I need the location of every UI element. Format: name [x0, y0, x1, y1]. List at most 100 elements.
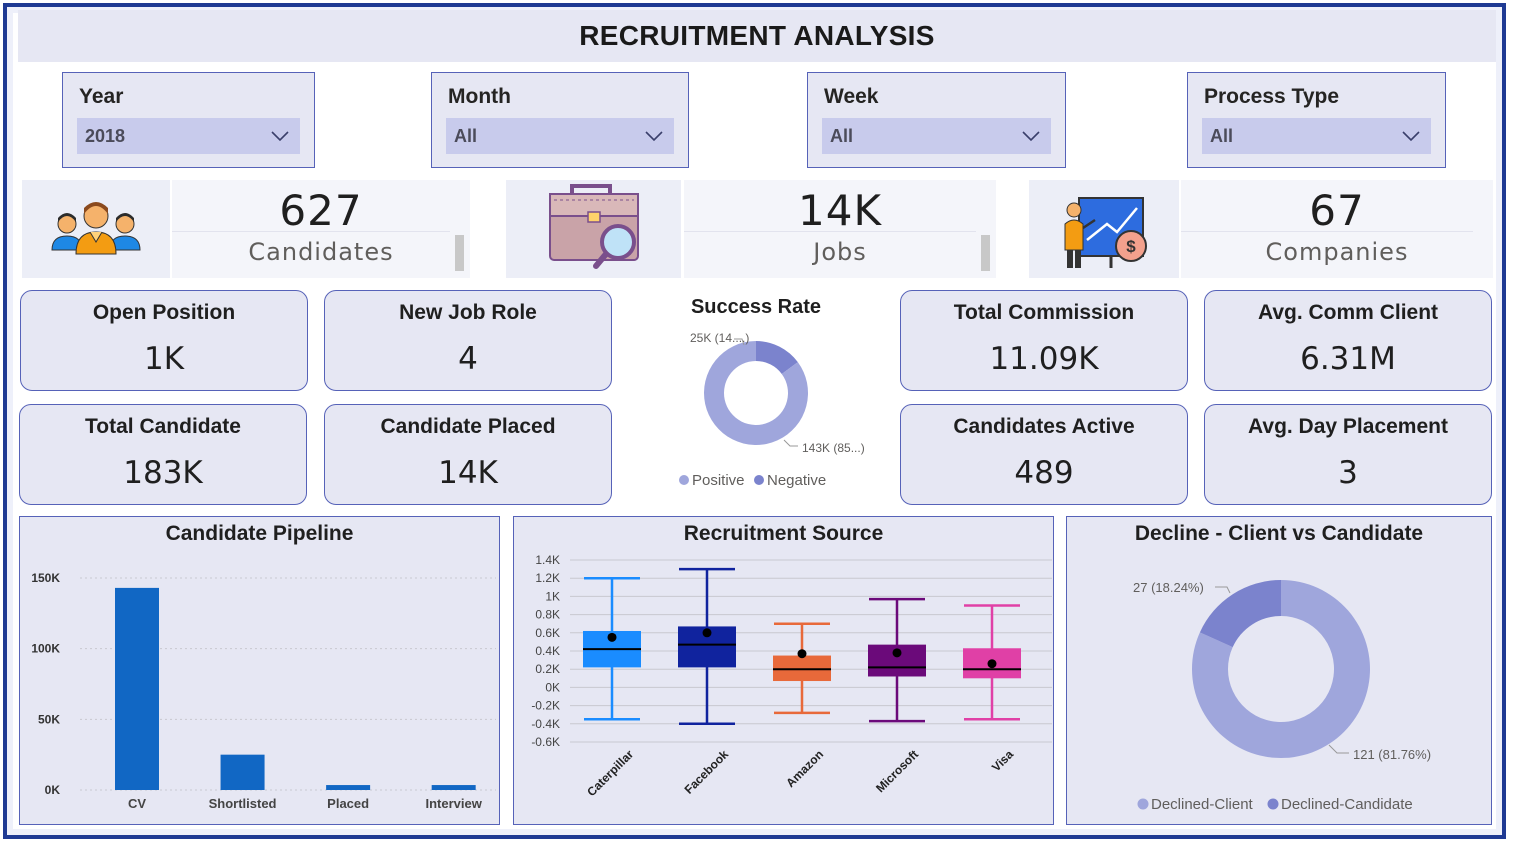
companies-icon-tile: $	[1029, 180, 1179, 278]
slicer-year-value: 2018	[85, 125, 126, 146]
briefcase-search-icon	[549, 184, 639, 269]
kpi-companies-value: 67	[1309, 186, 1365, 235]
card-value: 4	[458, 341, 478, 377]
card-open-position: Open Position 1K	[20, 290, 308, 391]
legend-label-negative: Negative	[767, 472, 826, 489]
mean-point	[702, 628, 712, 638]
legend-marker-declined-candidate	[1267, 798, 1279, 810]
card-title: New Job Role	[399, 301, 537, 324]
kpi-divider	[684, 231, 976, 232]
x-tick-label: Amazon	[783, 747, 826, 790]
card-value: 183K	[123, 455, 203, 491]
card-candidates-active: Candidates Active 489	[900, 404, 1188, 505]
mean-point	[797, 649, 807, 659]
svg-text:$: $	[1126, 237, 1136, 256]
kpi-jobs: 14K Jobs	[684, 180, 996, 278]
chart-title: Success Rate	[691, 296, 821, 318]
card-value: 14K	[438, 455, 498, 491]
x-tick-label: Caterpillar	[584, 747, 636, 799]
legend-marker-positive	[679, 475, 689, 485]
legend-label-declined-candidate: Declined-Candidate	[1281, 796, 1413, 813]
card-avg-day-placement: Avg. Day Placement 3	[1204, 404, 1492, 505]
card-value: 11.09K	[989, 341, 1099, 377]
card-title: Avg. Comm Client	[1257, 301, 1439, 324]
x-tick-label: Placed	[327, 796, 369, 811]
kpi-companies: 67 Companies	[1181, 180, 1493, 278]
card-title: Candidates Active	[953, 415, 1135, 438]
scrollbar[interactable]	[455, 235, 464, 271]
card-value: 6.31M	[1300, 341, 1396, 377]
slicer-week: Week All	[807, 72, 1066, 168]
y-tick-label: 1.4K	[535, 553, 560, 567]
y-tick-label: 0.6K	[535, 626, 560, 640]
kpi-candidates: 627 Candidates	[172, 180, 470, 278]
legend-label-positive: Positive	[692, 472, 745, 489]
slicer-month-dropdown[interactable]: All	[446, 118, 674, 154]
y-tick-label: 0.4K	[535, 644, 560, 658]
presenter-dollar-icon: $	[1064, 197, 1147, 268]
kpi-divider	[1181, 231, 1473, 232]
card-title: Candidate Placed	[380, 415, 556, 438]
legend-label-declined-client: Declined-Client	[1151, 796, 1254, 813]
y-tick-label: -0.2K	[531, 699, 560, 713]
chevron-down-icon	[1402, 131, 1420, 142]
candidate-pipeline-svg: 0K 50K 100K 150K CV Shortlisted Placed Intervie…	[31, 571, 496, 811]
kpi-jobs-value: 14K	[798, 186, 882, 235]
bar-interview	[431, 785, 476, 790]
leader-line	[783, 439, 798, 447]
card-new-job-role: New Job Role 4	[324, 290, 612, 391]
card-candidate-placed: Candidate Placed 14K	[324, 404, 612, 505]
x-tick-label: CV	[128, 796, 146, 811]
card-value: 489	[1014, 455, 1074, 491]
slicer-process-type: Process Type All	[1187, 72, 1446, 168]
donut-slice-declined-candidate	[1199, 580, 1281, 648]
candidates-icon-tile	[22, 180, 170, 278]
bar-placed	[326, 785, 371, 790]
slicer-year-dropdown[interactable]: 2018	[77, 118, 300, 154]
card-title: Total Commission	[953, 301, 1135, 324]
slicer-process-type-label: Process Type	[1204, 85, 1340, 108]
kpi-candidates-label: Candidates	[248, 238, 394, 266]
bar-shortlisted	[220, 754, 265, 790]
slicer-month-value: All	[454, 125, 478, 146]
card-title: Avg. Day Placement	[1248, 415, 1448, 438]
data-label-declined-candidate: 27 (18.24%)	[1133, 580, 1204, 595]
card-value: 1K	[143, 341, 185, 377]
decline-panel: Decline - Client vs Candidate 27 (18.24%…	[1066, 516, 1492, 825]
slicer-month: Month All	[431, 72, 689, 168]
mean-point	[892, 648, 902, 658]
legend-marker-negative	[754, 475, 764, 485]
chevron-down-icon	[271, 131, 289, 142]
leader-line	[1215, 586, 1231, 594]
recruitment-source-svg: -0.6K -0.4K -0.2K 0K 0.2K 0.4K 0.6K 0.8K 1K 1.2K 1…	[531, 553, 1052, 799]
x-tick-label: Facebook	[682, 747, 732, 797]
kpi-candidates-value: 627	[279, 186, 363, 235]
slicer-week-value: All	[830, 125, 854, 146]
y-tick-label: -0.6K	[531, 735, 560, 749]
title-bar: RECRUITMENT ANALYSIS	[18, 10, 1496, 62]
x-tick-label: Interview	[426, 796, 483, 811]
mean-point	[607, 632, 617, 642]
people-group-icon	[51, 202, 141, 255]
kpi-jobs-label: Jobs	[813, 238, 867, 266]
slicer-month-label: Month	[448, 85, 511, 108]
leader-line	[1328, 744, 1349, 754]
jobs-icon-tile	[506, 180, 681, 278]
slicer-process-type-dropdown[interactable]: All	[1202, 118, 1431, 154]
y-tick-label: 0.8K	[535, 608, 560, 622]
slicer-week-label: Week	[824, 85, 879, 108]
scrollbar[interactable]	[981, 235, 990, 271]
y-tick-label: 0K	[45, 783, 61, 797]
legend-marker-declined-client	[1137, 798, 1149, 810]
x-tick-label: Microsoft	[873, 747, 921, 795]
y-tick-label: 1.2K	[535, 571, 560, 585]
kpi-companies-label: Companies	[1265, 238, 1409, 266]
recruitment-source-panel: Recruitment Source -0.6K -0.4K -0.2K 0K 0.2K…	[513, 516, 1054, 825]
slicer-week-dropdown[interactable]: All	[822, 118, 1051, 154]
card-total-commission: Total Commission 11.09K	[900, 290, 1188, 391]
bar-cv	[115, 587, 159, 790]
kpi-divider	[172, 231, 450, 232]
y-tick-label: 150K	[31, 571, 60, 585]
card-title: Total Candidate	[85, 415, 241, 438]
slicer-process-type-value: All	[1210, 125, 1234, 146]
